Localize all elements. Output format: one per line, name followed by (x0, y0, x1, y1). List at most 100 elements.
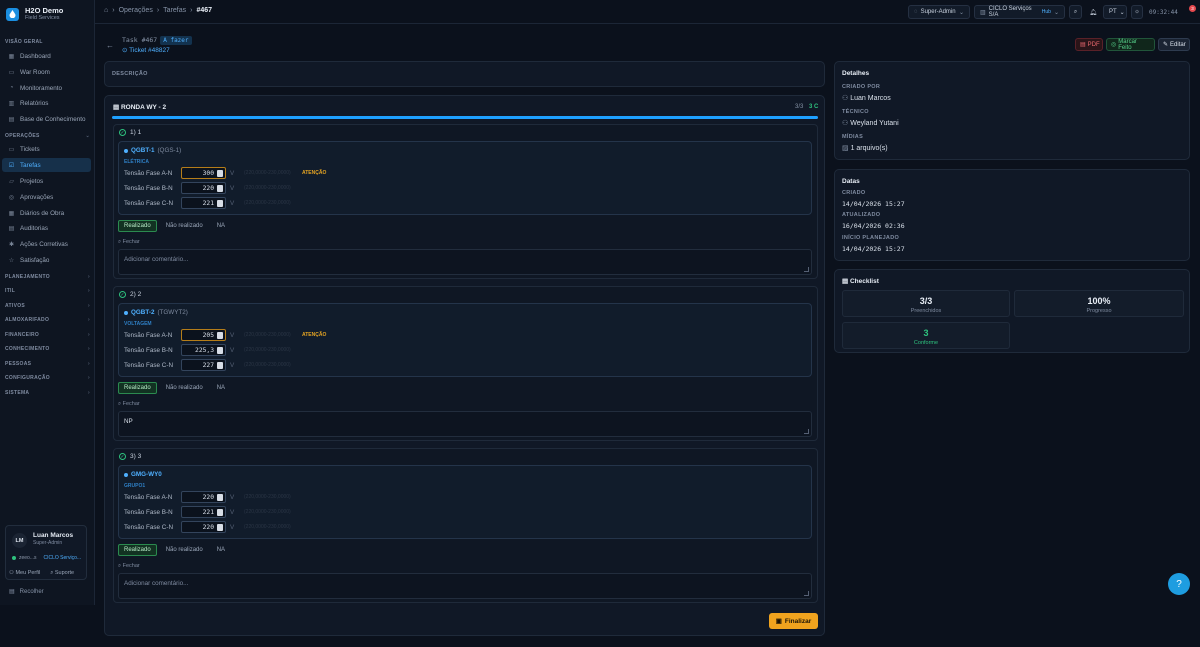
close-comment-link[interactable]: ⌕ Fechar (118, 563, 140, 570)
spinner-icon[interactable] (217, 332, 223, 339)
language-selector[interactable]: PT ⌄ (1103, 5, 1127, 19)
close-comment-link[interactable]: ⌕ Fechar (118, 401, 140, 408)
section-itil[interactable]: ITIL › (5, 288, 90, 294)
ticket-link[interactable]: ⊙ Ticket #48827 (122, 46, 170, 54)
pdf-button[interactable]: ▤ PDF (1075, 38, 1103, 51)
sidebar-item-projetos[interactable]: ▱ Projetos (2, 174, 91, 188)
measurement-input[interactable]: 221 (181, 197, 226, 209)
realizado-button[interactable]: Realizado (118, 544, 157, 556)
realizado-button[interactable]: Realizado (118, 382, 157, 394)
section-planejamento[interactable]: PLANEJAMENTO › (5, 274, 90, 280)
sidebar-item-tickets[interactable]: ▭ Tickets (2, 142, 91, 156)
support-link[interactable]: ⌕ Suporte (50, 570, 74, 577)
measurement-range: (220,0000-230,0000) (244, 509, 291, 515)
section-ativos[interactable]: ATIVOS › (5, 303, 90, 309)
resize-grip-icon[interactable] (804, 267, 809, 272)
help-button[interactable]: ? (1168, 573, 1190, 595)
section-operacoes[interactable]: OPERAÇÕES ⌄ (5, 133, 90, 139)
avatar[interactable]: LM (12, 533, 27, 548)
question-icon: ? (1176, 578, 1182, 590)
asset-name[interactable]: QGBT-2 (TGWYT2) (124, 309, 188, 316)
dates-title: Datas (842, 178, 860, 185)
sidebar-item-auditorias[interactable]: ▤ Auditorias (2, 221, 91, 235)
sidebar-item-acoes-corretivas[interactable]: ✱ Ações Corretivas (2, 237, 91, 251)
brand[interactable]: H2O Demo Field Services (6, 6, 63, 22)
sidebar-item-diarios-obra[interactable]: ▦ Diários de Obra (2, 206, 91, 220)
section-financeiro[interactable]: FINANCEIRO › (5, 332, 90, 338)
na-button[interactable]: NA (212, 544, 230, 556)
spinner-icon[interactable] (217, 509, 223, 516)
section-pessoas[interactable]: PESSOAS › (5, 361, 90, 367)
sidebar-item-monitoramento[interactable]: ◔ Monitoramento (2, 81, 91, 95)
measurement-input[interactable]: 220 (181, 182, 226, 194)
check-circle-icon: ✓ (119, 453, 126, 460)
finalize-button[interactable]: ▣ Finalizar (769, 613, 818, 629)
spinner-icon[interactable] (217, 524, 223, 531)
measurement-unit: V (230, 523, 235, 531)
sidebar-item-war-room[interactable]: ▭ War Room (2, 65, 91, 79)
technician-value: ⚇ Weyland Yutani (842, 119, 899, 127)
company-selector[interactable]: ▥ CICLO Serviços S/A Hub ⌄ (974, 5, 1065, 19)
search-button[interactable]: ⌕ (1069, 5, 1082, 19)
measurement-input[interactable]: 221 (181, 506, 226, 518)
na-button[interactable]: NA (212, 382, 230, 394)
sidebar-item-satisfacao[interactable]: ☆ Satisfação (2, 253, 91, 267)
nao-realizado-button[interactable]: Não realizado (161, 382, 208, 394)
nao-realizado-button[interactable]: Não realizado (161, 220, 208, 232)
mark-done-button[interactable]: ◎ Marcar Feito (1106, 38, 1155, 51)
resize-grip-icon[interactable] (804, 591, 809, 596)
theme-toggle[interactable]: ☼ (1131, 5, 1143, 19)
measurement-input[interactable]: 220 (181, 491, 226, 503)
measurement-input[interactable]: 227 (181, 359, 226, 371)
realizado-button[interactable]: Realizado (118, 220, 157, 232)
created-date: 14/04/2026 15:27 (842, 200, 905, 208)
spinner-icon[interactable] (217, 494, 223, 501)
sidebar-item-aprovacoes[interactable]: ◎ Aprovações (2, 190, 91, 204)
comment-textarea[interactable]: NP (118, 411, 812, 437)
nao-realizado-button[interactable]: Não realizado (161, 544, 208, 556)
resize-grip-icon[interactable] (804, 429, 809, 434)
close-comment-link[interactable]: ⌕ Fechar (118, 239, 140, 246)
na-button[interactable]: NA (212, 220, 230, 232)
spinner-icon[interactable] (217, 200, 223, 207)
my-profile-link[interactable]: ⚇ Meu Perfil (9, 570, 40, 577)
edit-button[interactable]: ✎ Editar (1158, 38, 1190, 51)
measurement-input[interactable]: 225,3 (181, 344, 226, 356)
spinner-icon[interactable] (217, 362, 223, 369)
sidebar-item-tarefas[interactable]: ☑ Tarefas (2, 158, 91, 172)
close-label: Fechar (122, 401, 140, 407)
measurement-row: Tensão Fase B-N 221 V (220,0000-230,0000) (124, 506, 424, 518)
section-visao-geral[interactable]: VISÃO GERAL (5, 39, 90, 45)
sidebar-item-base-conhecimento[interactable]: ▤ Base de Conhecimento (2, 112, 91, 126)
measurement-input[interactable]: 205 (181, 329, 226, 341)
measurement-label: Tensão Fase C-N (124, 361, 173, 369)
back-arrow-icon[interactable]: ← (106, 41, 114, 50)
section-sistema[interactable]: SISTEMA › (5, 390, 90, 396)
section-configuracao[interactable]: CONFIGURAÇÃO › (5, 375, 90, 381)
user-company[interactable]: CICLO Serviço... (44, 555, 82, 561)
home-icon[interactable]: ⌂ (104, 7, 108, 14)
role-selector[interactable]: ◌ Super-Admin ⌄ (908, 5, 970, 19)
breadcrumb-tarefas[interactable]: Tarefas (163, 7, 186, 14)
measurement-row: Tensão Fase A-N 205 V (220,0000-230,0000) AT… (124, 329, 424, 341)
checklist-item: ✓ 3) 3 GMG-WY0 GRUPO1 Tensão Fase A-N 220 V… (113, 448, 818, 603)
dates-panel: Datas CRIADO 14/04/2026 15:27 ATUALIZADO… (834, 169, 1190, 261)
sidebar-item-dashboard[interactable]: ▦ Dashboard (2, 49, 91, 63)
measurement-range: (220,0000-230,0000) (244, 332, 291, 338)
measurement-input[interactable]: 220 (181, 521, 226, 533)
collapse-sidebar-button[interactable]: ▤ Recolher (9, 588, 44, 596)
section-almoxarifado[interactable]: ALMOXARIFADO › (5, 317, 90, 323)
breadcrumb-operacoes[interactable]: Operações (119, 7, 153, 14)
comment-textarea[interactable]: Adicionar comentário... (118, 573, 812, 599)
spinner-icon[interactable] (217, 347, 223, 354)
section-conhecimento[interactable]: CONHECIMENTO › (5, 346, 90, 352)
spinner-icon[interactable] (217, 170, 223, 177)
media-value[interactable]: ▨ 1 arquivo(s) (842, 144, 888, 152)
asset-name[interactable]: QGBT-1 (QGS-1) (124, 147, 181, 154)
measurement-input[interactable]: 300 (181, 167, 226, 179)
asset-name[interactable]: GMG-WY0 (124, 471, 165, 478)
comment-textarea[interactable]: Adicionar comentário... (118, 249, 812, 275)
spinner-icon[interactable] (217, 185, 223, 192)
notifications-button[interactable]: 🔔︎ (1087, 5, 1099, 19)
sidebar-item-relatorios[interactable]: ▥ Relatórios (2, 96, 91, 110)
